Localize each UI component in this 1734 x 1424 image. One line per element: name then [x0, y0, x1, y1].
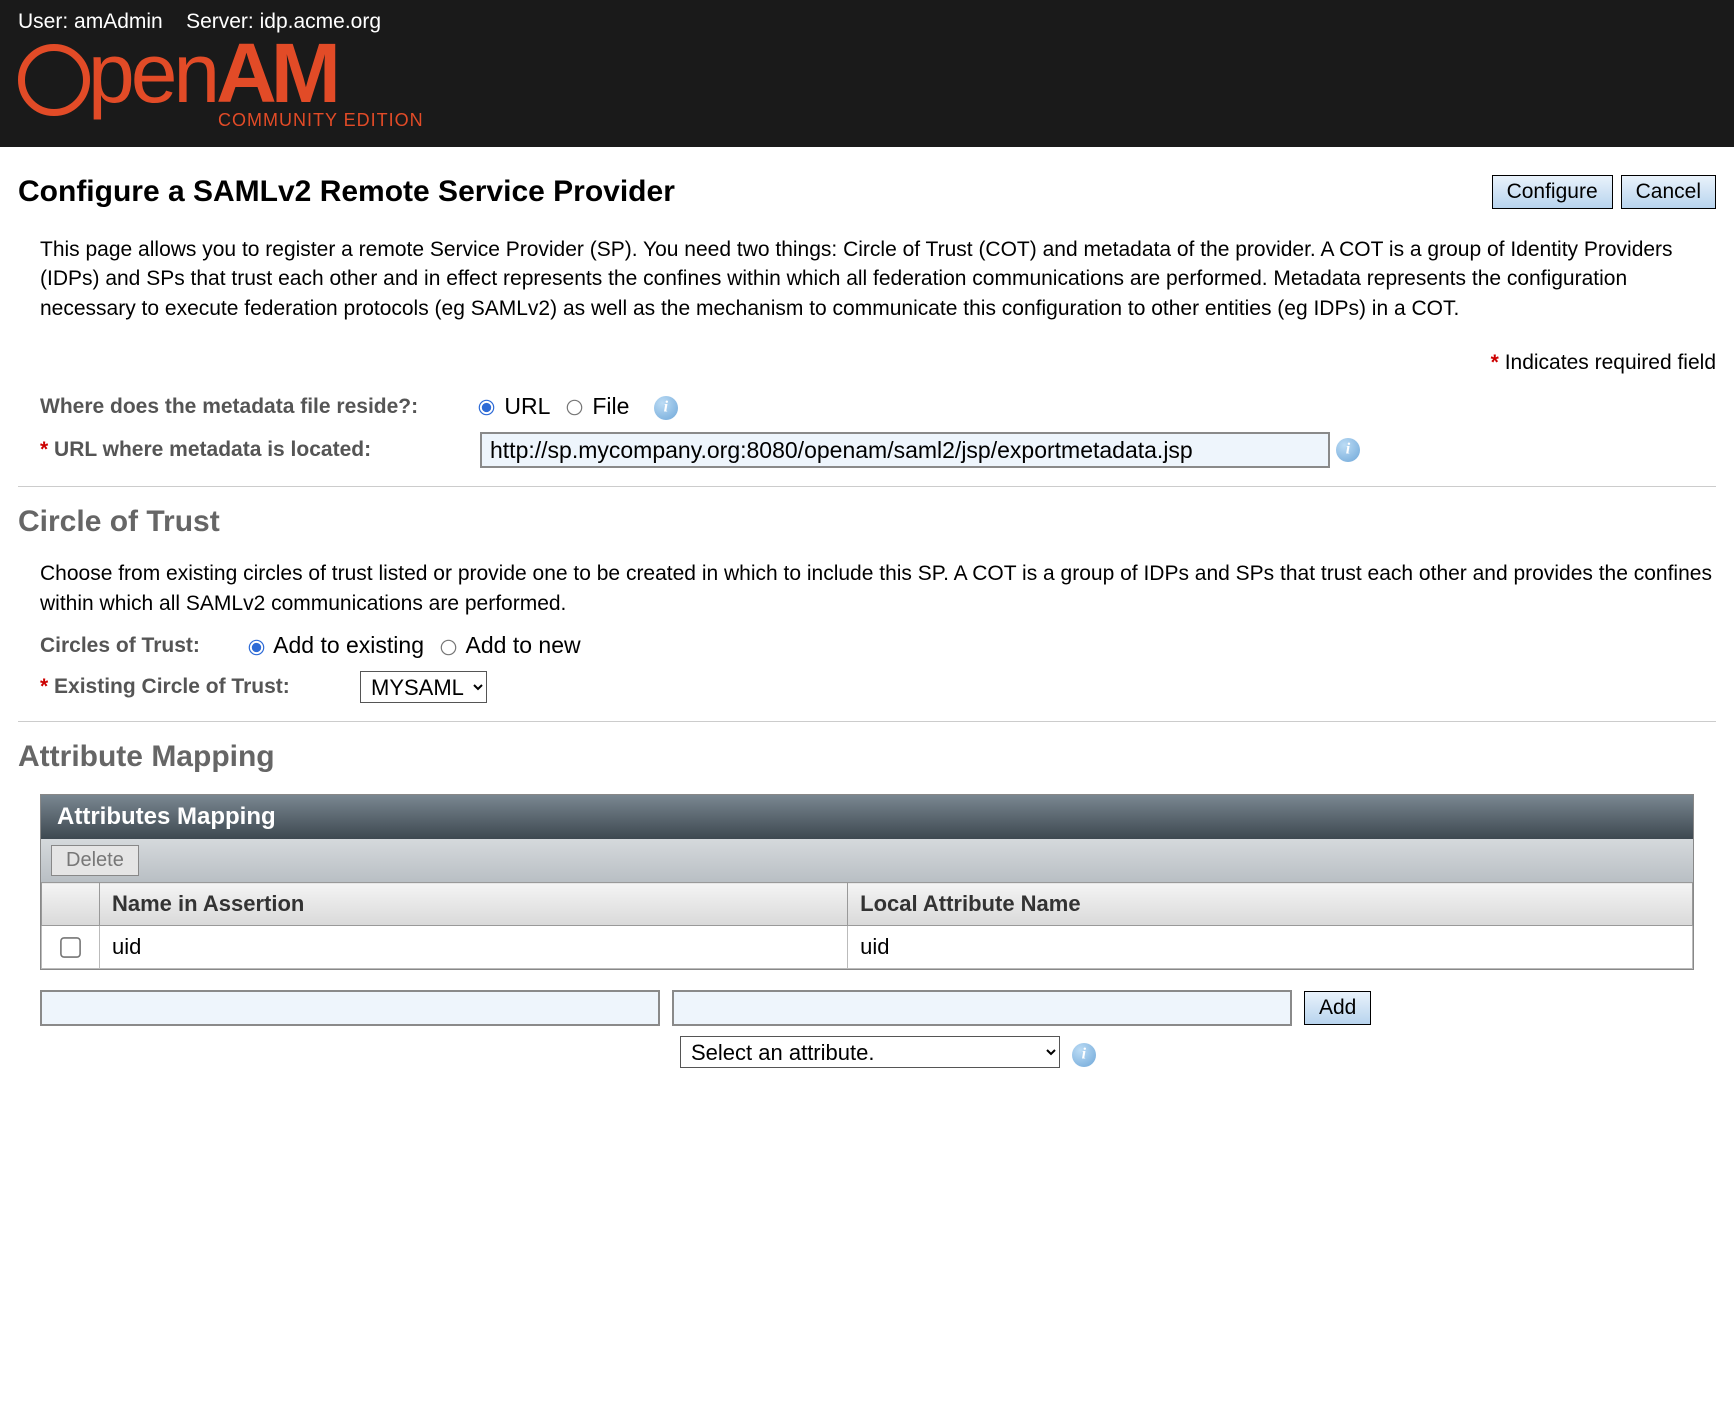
cot-existing-label: * Existing Circle of Trust: — [40, 675, 360, 699]
app-header: User: amAdmin Server: idp.acme.org penAM… — [0, 0, 1734, 147]
logo-am-text: AM — [216, 26, 335, 120]
metadata-file-label: File — [592, 393, 629, 419]
cot-existing-select[interactable]: MYSAML — [360, 671, 487, 703]
cot-add-existing-label: Add to existing — [273, 632, 424, 658]
mapping-panel: Attributes Mapping Delete Name in Assert… — [40, 794, 1694, 970]
cot-radio-group: Add to existing Add to new — [250, 632, 593, 659]
metadata-url-field-label-text: URL where metadata is located: — [54, 438, 371, 461]
cot-add-existing-option[interactable]: Add to existing — [250, 632, 430, 658]
configure-button[interactable]: Configure — [1492, 175, 1613, 209]
mapping-assertion-input[interactable] — [40, 990, 660, 1026]
metadata-file-radio[interactable] — [567, 400, 583, 416]
divider — [18, 721, 1716, 722]
row-local: uid — [848, 926, 1693, 969]
required-star-icon: * — [40, 438, 48, 461]
info-icon[interactable] — [654, 396, 678, 420]
intro-text: This page allows you to register a remot… — [40, 235, 1716, 323]
cot-existing-label-text: Existing Circle of Trust: — [54, 675, 290, 698]
title-row: Configure a SAMLv2 Remote Service Provid… — [18, 175, 1716, 209]
cot-existing-row: * Existing Circle of Trust: MYSAML — [40, 671, 1716, 703]
row-assertion: uid — [100, 926, 848, 969]
mapping-local-input[interactable] — [672, 990, 1292, 1026]
attribute-select[interactable]: Select an attribute. — [680, 1036, 1060, 1068]
required-note: * Indicates required field — [18, 351, 1716, 375]
row-checkbox[interactable] — [60, 937, 81, 958]
cot-add-new-radio[interactable] — [441, 639, 457, 655]
logo-subtitle: COMMUNITY EDITION — [218, 110, 424, 131]
required-star-icon: * — [1491, 351, 1499, 374]
mapping-panel-title: Attributes Mapping — [41, 795, 1693, 839]
metadata-url-field-label: * URL where metadata is located: — [40, 438, 480, 462]
mapping-heading: Attribute Mapping — [18, 740, 1716, 774]
page-title: Configure a SAMLv2 Remote Service Provid… — [18, 175, 675, 209]
metadata-url-option[interactable]: URL — [480, 393, 556, 419]
mapping-panel-toolbar: Delete — [41, 839, 1693, 882]
required-note-text: Indicates required field — [1505, 351, 1716, 374]
user-label: User: — [18, 10, 68, 33]
metadata-url-label: URL — [504, 393, 549, 419]
mapping-col-assertion: Name in Assertion — [100, 883, 848, 926]
logo-open-text: pen — [88, 26, 216, 120]
info-icon[interactable] — [1072, 1043, 1096, 1067]
mapping-col-check — [42, 883, 100, 926]
mapping-add-row: Add — [40, 990, 1694, 1026]
cot-add-new-label: Add to new — [466, 632, 581, 658]
action-buttons: Configure Cancel — [1492, 175, 1716, 209]
metadata-location-row: Where does the metadata file reside?: UR… — [40, 393, 1716, 420]
metadata-where-label: Where does the metadata file reside?: — [40, 395, 480, 419]
divider — [18, 486, 1716, 487]
metadata-radio-group: URL File — [480, 393, 678, 420]
mapping-select-row: Select an attribute. — [40, 1036, 1694, 1068]
page-content: Configure a SAMLv2 Remote Service Provid… — [0, 147, 1734, 1108]
cot-add-new-option[interactable]: Add to new — [442, 632, 580, 658]
table-row: uid uid — [42, 926, 1693, 969]
cot-label: Circles of Trust: — [40, 634, 250, 658]
cot-add-existing-radio[interactable] — [249, 639, 265, 655]
logo: penAM COMMUNITY EDITION — [18, 36, 1716, 131]
info-icon[interactable] — [1336, 438, 1360, 462]
metadata-url-radio[interactable] — [479, 400, 495, 416]
delete-button[interactable]: Delete — [51, 845, 139, 876]
required-star-icon: * — [40, 675, 48, 698]
metadata-file-option[interactable]: File — [568, 393, 636, 419]
metadata-url-row: * URL where metadata is located: — [40, 432, 1716, 468]
mapping-table: Name in Assertion Local Attribute Name u… — [41, 882, 1693, 969]
logo-o-icon — [18, 44, 90, 116]
cancel-button[interactable]: Cancel — [1621, 175, 1716, 209]
cot-heading: Circle of Trust — [18, 505, 1716, 539]
cot-desc: Choose from existing circles of trust li… — [40, 559, 1716, 618]
cot-radio-row: Circles of Trust: Add to existing Add to… — [40, 632, 1716, 659]
add-button[interactable]: Add — [1304, 991, 1371, 1025]
mapping-col-local: Local Attribute Name — [848, 883, 1693, 926]
metadata-url-input[interactable] — [480, 432, 1330, 468]
